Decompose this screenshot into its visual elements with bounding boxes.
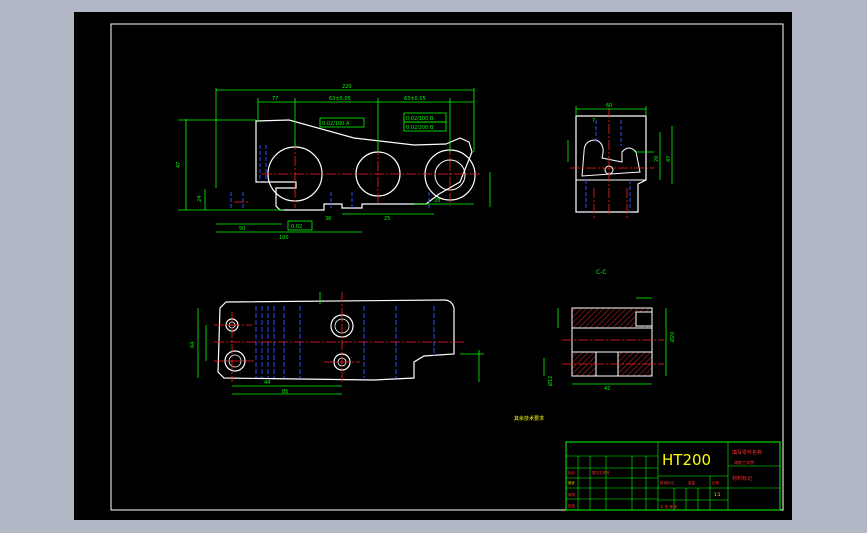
dim-64: 64 — [190, 342, 196, 348]
approve-label: 批准 — [568, 503, 576, 508]
front-view: 220 77 63±0.05 63±0.05 47 24 50 100 36 2… — [176, 84, 491, 241]
dim-77: 77 — [272, 96, 278, 102]
scale-value: 1:1 — [714, 492, 721, 497]
dim-28: 28 — [434, 198, 440, 204]
side-view-outline — [575, 115, 647, 213]
section-label: C-C — [596, 269, 607, 276]
part-name: 填写零件名称 — [732, 449, 762, 456]
technical-note: 其余技术要求 — [514, 415, 544, 422]
dim-100: 100 — [279, 235, 289, 241]
school-name: 湖南工学院 — [734, 459, 754, 465]
dim-24: 24 — [197, 196, 203, 202]
dim-20-right: 20 — [654, 156, 660, 162]
review-label: 审核 — [568, 492, 576, 497]
tolerance-4: 0.02 — [291, 224, 302, 230]
weight-label: 重量 — [688, 480, 696, 485]
dim-section-d1: Ø20 — [669, 332, 676, 342]
dim-36: 36 — [325, 216, 331, 222]
material-label: HT200 — [662, 451, 711, 469]
scale-label: 比例 — [712, 480, 720, 485]
dim-width-60: 60 — [606, 103, 612, 109]
dim-7-right: 7 — [592, 118, 595, 124]
dim-section-width: 42 — [604, 386, 610, 392]
dim-25: 25 — [384, 216, 390, 222]
title-row-label-change: 更改文件号 — [592, 470, 610, 475]
tolerance-3: 0.02/200 B — [406, 125, 434, 131]
section-view: C-C 42 Ø20 Ø12 其余技术要求 — [514, 269, 676, 422]
dim-47-right: 47 — [666, 156, 672, 162]
front-view-outline — [255, 119, 473, 211]
stage-label: 阶段标记 — [660, 480, 674, 485]
drawing-number: 材料标记 — [732, 475, 752, 482]
front-dimensions — [178, 88, 491, 233]
title-row-labels: 标记 — [568, 470, 576, 475]
drawing-sheet: 220 77 63±0.05 63±0.05 47 24 50 100 36 2… — [74, 12, 792, 520]
dim-50: 50 — [239, 226, 245, 232]
title-block: HT200 填写零件名称 材料标记 湖南工学院 标记 更改文件号 设计 审核 批… — [565, 441, 781, 511]
designer-label: 设计 — [568, 480, 576, 485]
dim-overall-length: 220 — [342, 84, 352, 90]
top-view: 64 44 85 — [190, 292, 484, 395]
sheet-info: 共 张 第 张 — [660, 504, 678, 509]
side-dimensions — [567, 106, 673, 184]
cad-drawing: 220 77 63±0.05 63±0.05 47 24 50 100 36 2… — [110, 23, 784, 511]
inner-frame — [110, 23, 784, 511]
tolerance-2: 0.02/100 B — [406, 116, 434, 122]
dim-63-b: 63±0.05 — [404, 96, 426, 102]
dim-height: 47 — [176, 162, 182, 168]
tolerance-1: 0.02/100 A — [322, 121, 350, 127]
side-view: 60 47 20 7 — [567, 103, 673, 218]
dim-section-d2: Ø12 — [547, 376, 554, 386]
dim-63-a: 63±0.05 — [329, 96, 351, 102]
side-profile — [581, 139, 641, 177]
dim-44: 44 — [264, 380, 270, 386]
dim-85: 85 — [282, 389, 288, 395]
